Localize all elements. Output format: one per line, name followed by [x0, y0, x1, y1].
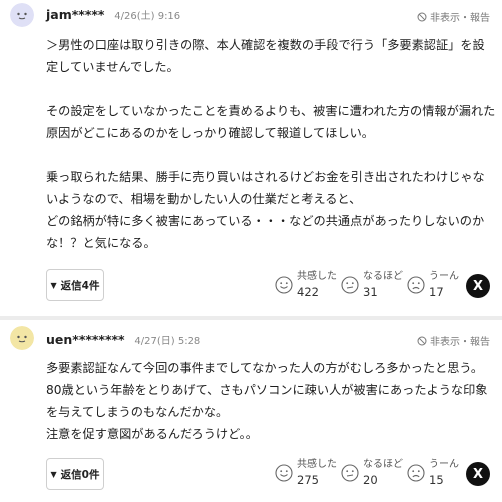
- reaction-insightful-button[interactable]: なるほど 20: [341, 458, 407, 489]
- block-icon: [417, 336, 427, 345]
- reaction-label: なるほど: [363, 459, 403, 470]
- share-x-button[interactable]: X: [466, 274, 490, 298]
- comment-divider: [0, 316, 502, 320]
- caret-down-icon: ▼: [50, 469, 57, 479]
- reply-count-label: 返信0件: [60, 468, 100, 481]
- comment-paragraph: ＞男性の口座は取り引きの際、本人確認を複数の手段で行う「多要素認証」を設定してい…: [46, 38, 485, 74]
- reaction-empathize-button[interactable]: 共感した 422: [275, 270, 341, 301]
- reaction-count: 20: [363, 473, 378, 487]
- avatar[interactable]: [10, 3, 34, 27]
- hide-report-button[interactable]: 非表示・報告: [417, 333, 490, 348]
- reaction-count: 17: [429, 285, 444, 299]
- reaction-label: うーん: [429, 271, 459, 282]
- comment-paragraph: その設定をしていなかったことを責めるよりも、被害に遭われた方の情報が漏れた原因が…: [46, 104, 496, 140]
- reaction-label: うーん: [429, 459, 459, 470]
- thinking-icon: [341, 464, 359, 482]
- reaction-bar: 共感した 275 なるほど 20 うーん 15: [275, 458, 473, 489]
- reply-toggle-button[interactable]: ▼ 返信4件: [46, 269, 104, 301]
- user-avatar-icon: [10, 326, 34, 350]
- comment-paragraph: どの銘柄が特に多く被害にあっている・・・などの共通点があったりしないのかな！？と…: [46, 214, 485, 250]
- smile-icon: [275, 464, 293, 482]
- username[interactable]: uen********: [46, 332, 125, 347]
- smile-icon: [275, 276, 293, 294]
- user-avatar-icon: [10, 3, 34, 27]
- comment-card: jam***** 4/26(土) 9:16 非表示・報告 ＞男性の口座は取り引き…: [0, 0, 502, 316]
- caret-down-icon: ▼: [50, 280, 57, 290]
- comment-meta: jam***** 4/26(土) 9:16: [46, 8, 180, 24]
- reaction-bar: 共感した 422 なるほど 31 うーん 17: [275, 270, 473, 301]
- comment-meta: uen******** 4/27(日) 5:28: [46, 333, 200, 349]
- reaction-label: 共感した: [297, 459, 337, 470]
- comment-body: 多要素認証なんて今回の事件までしてなかった人の方がむしろ多かったと思う。80歳と…: [46, 357, 496, 445]
- frown-icon: [407, 276, 425, 294]
- reaction-count: 15: [429, 473, 444, 487]
- avatar[interactable]: [10, 326, 34, 350]
- comment-paragraph: 乗っ取られた結果、勝手に売り買いはされるけどお金を引き出されたわけじゃないような…: [46, 170, 485, 206]
- reply-count-label: 返信4件: [60, 279, 100, 292]
- reaction-hmm-button[interactable]: うーん 17: [407, 270, 473, 301]
- hide-report-button[interactable]: 非表示・報告: [417, 9, 490, 24]
- comment-paragraph: [46, 78, 496, 100]
- comment-paragraph: [46, 144, 496, 166]
- timestamp: 4/27(日) 5:28: [134, 336, 201, 347]
- x-logo-icon: X: [472, 466, 484, 482]
- report-label: 非表示・報告: [430, 13, 490, 24]
- x-logo-icon: X: [472, 278, 484, 294]
- reaction-empathize-button[interactable]: 共感した 275: [275, 458, 341, 489]
- report-label: 非表示・報告: [430, 337, 490, 348]
- timestamp: 4/26(土) 9:16: [114, 11, 181, 22]
- reaction-count: 31: [363, 285, 378, 299]
- comment-paragraph: 多要素認証なんて今回の事件までしてなかった人の方がむしろ多かったと思う。80歳と…: [46, 361, 488, 419]
- share-x-button[interactable]: X: [466, 462, 490, 486]
- reaction-count: 275: [297, 473, 319, 487]
- reaction-label: 共感した: [297, 271, 337, 282]
- comment-paragraph: 注意を促す意図があるんだろうけど。。: [46, 427, 258, 441]
- comment-body: ＞男性の口座は取り引きの際、本人確認を複数の手段で行う「多要素認証」を設定してい…: [46, 34, 496, 254]
- block-icon: [417, 12, 427, 21]
- reaction-label: なるほど: [363, 271, 403, 282]
- reaction-count: 422: [297, 285, 319, 299]
- username[interactable]: jam*****: [46, 7, 104, 22]
- frown-icon: [407, 464, 425, 482]
- reply-toggle-button[interactable]: ▼ 返信0件: [46, 458, 104, 490]
- reaction-hmm-button[interactable]: うーん 15: [407, 458, 473, 489]
- thinking-icon: [341, 276, 359, 294]
- reaction-insightful-button[interactable]: なるほど 31: [341, 270, 407, 301]
